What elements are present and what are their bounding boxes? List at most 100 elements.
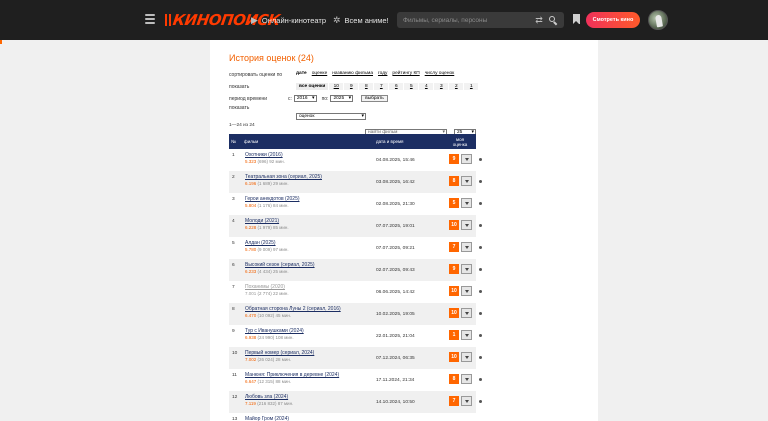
row-menu-icon[interactable] [479,400,482,403]
sort-by-kp-rating[interactable]: рейтингу КП [392,71,419,76]
row-menu-icon[interactable] [479,202,482,205]
film-kp-rating: 5.804 [245,203,257,208]
vote-date: 17.11.2024, 21:34 [376,378,415,383]
sort-by-title[interactable]: названию фильма [332,71,373,76]
row-number: 4 [232,219,235,224]
film-meta: 7.002 (26 024) 28 мин. [245,357,291,362]
row-menu-icon[interactable] [479,334,482,337]
nav-online-cinema[interactable]: ▶ Онлайн-кинотеатр [251,12,326,28]
rating-dropdown-button[interactable] [461,176,472,186]
film-title-link[interactable]: Молоди (2021) [245,218,279,224]
sort-by-year[interactable]: году [378,71,387,76]
row-menu-icon[interactable] [479,378,482,381]
my-rating-badge: 10 [449,220,459,230]
my-rating-badge: 7 [449,242,459,252]
show-4[interactable]: 4 [419,83,434,90]
my-rating-badge: 8 [449,374,459,384]
film-meta: 7.119 (216 832) 87 мин. [245,401,293,406]
row-menu-icon[interactable] [479,246,482,249]
bookmark-icon[interactable] [573,14,580,24]
show-5[interactable]: 5 [404,83,419,90]
from-year-select[interactable]: 2016 [293,95,317,102]
rating-dropdown-button[interactable] [461,330,472,340]
row-number: 10 [232,351,238,356]
logo-mark-icon [165,14,171,26]
watch-movies-button[interactable]: Смотреть кино [586,12,640,28]
table-row: 10 Первый номер (сериал, 2024) 7.002 (26 0… [229,347,482,369]
nav-anime[interactable]: ✲ Всем аниме! [333,12,389,28]
filter-icon[interactable]: ⇄ [534,15,544,25]
sort-by-date[interactable]: дате [296,71,307,76]
rating-dropdown-button[interactable] [461,264,472,274]
show-type: оценок [296,104,366,122]
film-title-link[interactable]: Майор Гром (2024) [245,416,289,421]
col-number: № [231,139,236,144]
show-type-select[interactable]: оценок [296,113,366,120]
row-number: 8 [232,307,235,312]
rating-dropdown-button[interactable] [461,154,472,164]
film-title-link[interactable]: Театральная зона (сериал, 2025) [245,174,322,180]
row-menu-icon[interactable] [479,312,482,315]
row-menu-icon[interactable] [479,158,482,161]
rating-dropdown-button[interactable] [461,308,472,318]
period-controls: с: 2016 по: 2025 выбрать [288,95,388,102]
rating-dropdown-button[interactable] [461,198,472,208]
show-7[interactable]: 7 [374,83,389,90]
row-menu-icon[interactable] [479,268,482,271]
search-input[interactable] [397,12,527,28]
show-6[interactable]: 6 [389,83,404,90]
film-title-link[interactable]: Тур с Иванушками (2024) [245,328,304,334]
to-label: по: [321,95,329,102]
menu-icon[interactable] [145,14,155,24]
search-icon[interactable] [548,15,558,26]
film-title-link[interactable]: Герои анекдотов (2025) [245,196,300,202]
rating-dropdown-button[interactable] [461,374,472,384]
find-film: найти фильм [365,120,447,137]
show-all[interactable]: все оценки [296,83,329,90]
show-2[interactable]: 2 [449,83,464,90]
show-3[interactable]: 3 [434,83,449,90]
sort-label: сортировать оценки по [229,72,283,78]
rating-dropdown-button[interactable] [461,286,472,296]
table-row: 2 Театральная зона (сериал, 2025) 6.196 (1… [229,171,482,193]
film-title-link[interactable]: Поханимы (2020) [245,284,285,290]
row-menu-icon[interactable] [479,290,482,293]
sort-by-votes[interactable]: числу оценок [425,71,455,76]
logo[interactable]: КИНОПОИСК [165,11,281,29]
show2-label: показать [229,105,250,111]
row-menu-icon[interactable] [479,356,482,359]
row-number: 13 [232,417,238,421]
film-votes-duration: (696) 92 мин. [256,159,285,164]
rating-dropdown-button[interactable] [461,242,472,252]
table-row: 4 Молоди (2021) 6.228 (1 979) 85 мин. 07.07… [229,215,482,237]
rating-dropdown-button[interactable] [461,396,472,406]
choose-button[interactable]: выбрать [361,95,388,102]
film-title-link[interactable]: Алдан (2025) [245,240,276,246]
my-rating-badge: 7 [449,396,459,406]
film-title-link[interactable]: Любовь зла (2024) [245,394,288,400]
row-number: 11 [232,373,237,378]
table-row: 1 Охотники (2016) 5.323 (696) 92 мин. 04.08… [229,149,482,171]
table-row: 13 Майор Гром (2024) [229,413,476,421]
film-title-link[interactable]: Высокий сезон (сериал, 2025) [245,262,315,268]
film-title-link[interactable]: Манюня: Приключения в деревне (2024) [245,372,339,378]
avatar[interactable] [648,10,668,30]
show-9[interactable]: 9 [344,83,359,90]
film-kp-rating: 6.228 [245,225,257,230]
show-1[interactable]: 1 [464,83,479,90]
row-menu-icon[interactable] [479,180,482,183]
film-title-link[interactable]: Охотники (2016) [245,152,283,158]
vote-date: 14.10.2024, 10:50 [376,400,415,405]
sort-by-rating[interactable]: оценке [312,71,328,76]
film-kp-rating: 7.002 [245,357,257,362]
rating-dropdown-button[interactable] [461,352,472,362]
show-8[interactable]: 8 [359,83,374,90]
row-menu-icon[interactable] [479,224,482,227]
film-title-link[interactable]: Первый номер (сериал, 2024) [245,350,314,356]
show-10[interactable]: 10 [329,83,344,90]
film-title-link[interactable]: Обратная сторона Луны 2 (сериал, 2016) [245,306,341,312]
film-votes-duration: (10 092) 45 мин. [256,313,292,318]
rating-dropdown-button[interactable] [461,220,472,230]
vote-date: 02.08.2025, 21:30 [376,202,415,207]
to-year-select[interactable]: 2025 [330,95,354,102]
